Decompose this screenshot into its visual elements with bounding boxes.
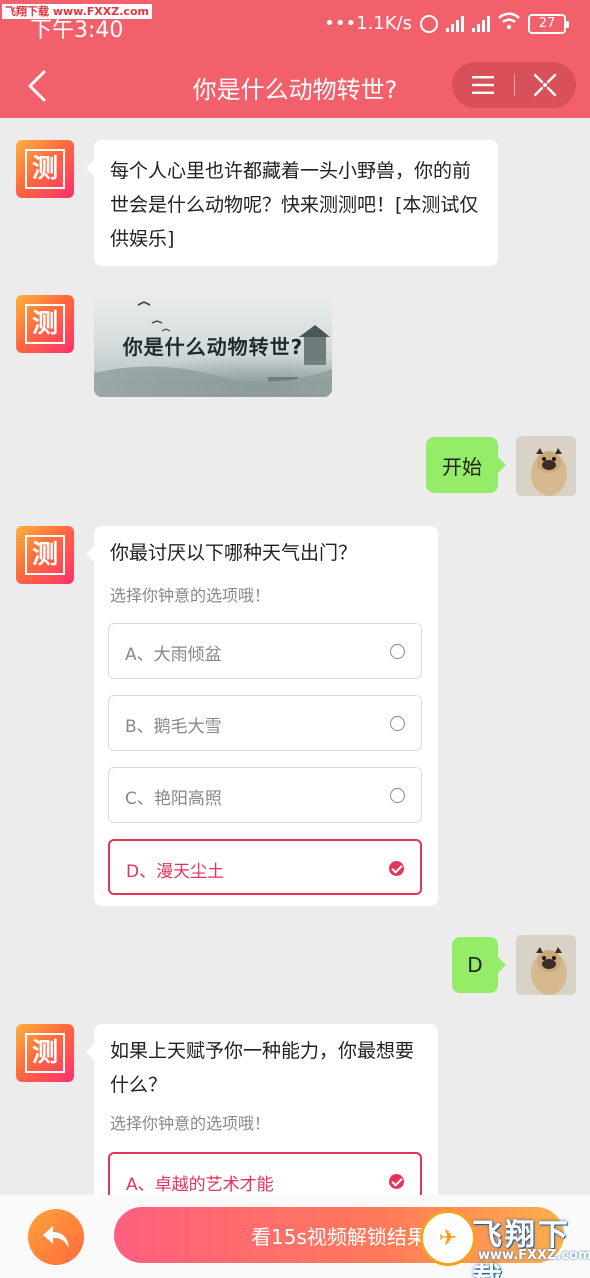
option-d[interactable]: D、漫天尘土 <box>108 839 422 895</box>
signal-icon <box>446 15 464 32</box>
mini-program-capsule <box>452 62 576 108</box>
question-text: 如果上天赋予你一种能力，你最想要什么？ <box>110 1040 415 1096</box>
reply-arrow-icon <box>43 1226 69 1248</box>
bot-avatar: 测 <box>16 140 74 198</box>
question-card-2: 如果上天赋予你一种能力，你最想要什么？ 选择你钟意的选项哦！ A、卓越的艺术才能 <box>86 1024 438 1214</box>
avatar-glyph: 测 <box>25 304 65 344</box>
question-card-1: 你最讨厌以下哪种天气出门？ 选择你钟意的选项哦！ A、大雨倾盆 B、鹅毛大雪 C… <box>86 526 438 906</box>
image-mist <box>94 355 332 397</box>
signal-icon <box>472 15 490 32</box>
alarm-icon <box>420 14 438 33</box>
bot-avatar: 测 <box>16 295 74 353</box>
radio-icon <box>390 716 405 731</box>
option-label: C、艳阳高照 <box>125 789 222 809</box>
avatar-glyph: 测 <box>25 149 65 189</box>
wifi-icon <box>498 12 520 35</box>
avatar-glyph: 测 <box>25 535 65 575</box>
option-label: A、卓越的艺术才能 <box>126 1175 274 1195</box>
watermark-logo: ✈ 飞翔下载 www.FXXZ.com <box>420 1206 590 1278</box>
pug-photo <box>516 935 576 995</box>
menu-button[interactable] <box>452 62 514 108</box>
watermark-logo-text: 飞翔下载 <box>472 1218 571 1278</box>
status-time: 下午3:40 <box>30 18 124 43</box>
question-hint: 选择你钟意的选项哦！ <box>110 586 271 605</box>
user-message-start: 开始 <box>426 437 506 493</box>
reply-button[interactable] <box>28 1209 84 1265</box>
cover-image[interactable]: 你是什么动物转世? <box>94 295 332 397</box>
question-text: 你最讨厌以下哪种天气出门？ <box>110 542 358 564</box>
avatar-glyph: 测 <box>25 1033 65 1073</box>
watermark-bird-icon: ✈ <box>420 1210 476 1266</box>
intro-message: 每个人心里也许都藏着一头小野兽，你的前世会是什么动物呢？快来测测吧！[本测试仅供… <box>86 140 498 266</box>
menu-icon <box>471 76 494 94</box>
battery-icon: 27 <box>528 13 569 34</box>
bot-avatar: 测 <box>16 526 74 584</box>
status-bar: 飞翔下载 www.FXXZ.com 下午3:40 •••1.1K/s 27 <box>0 0 590 48</box>
check-circle-icon <box>389 861 404 876</box>
user-avatar[interactable] <box>516 436 576 496</box>
network-speed: •••1.1K/s <box>324 13 412 34</box>
option-label: B、鹅毛大雪 <box>125 717 222 737</box>
pug-photo <box>516 436 576 496</box>
radio-icon <box>390 788 405 803</box>
header-bar: 飞翔下载 www.FXXZ.com 下午3:40 •••1.1K/s 27 你是… <box>0 0 590 118</box>
option-b[interactable]: B、鹅毛大雪 <box>108 695 422 751</box>
question-hint: 选择你钟意的选项哦！ <box>110 1114 271 1133</box>
watermark-logo-url: www.FXXZ.com <box>478 1248 590 1263</box>
user-avatar[interactable] <box>516 935 576 995</box>
bot-avatar: 测 <box>16 1024 74 1082</box>
option-label: D、漫天尘土 <box>126 862 225 882</box>
close-button[interactable] <box>514 62 576 108</box>
option-c[interactable]: C、艳阳高照 <box>108 767 422 823</box>
close-target-icon <box>534 73 557 97</box>
image-title: 你是什么动物转世? <box>122 335 304 359</box>
user-message-answer: D <box>452 937 506 993</box>
option-a[interactable]: A、大雨倾盆 <box>108 623 422 679</box>
option-label: A、大雨倾盆 <box>125 645 222 665</box>
radio-icon <box>390 644 405 659</box>
status-icons: •••1.1K/s 27 <box>324 12 569 35</box>
check-circle-icon <box>389 1174 404 1189</box>
